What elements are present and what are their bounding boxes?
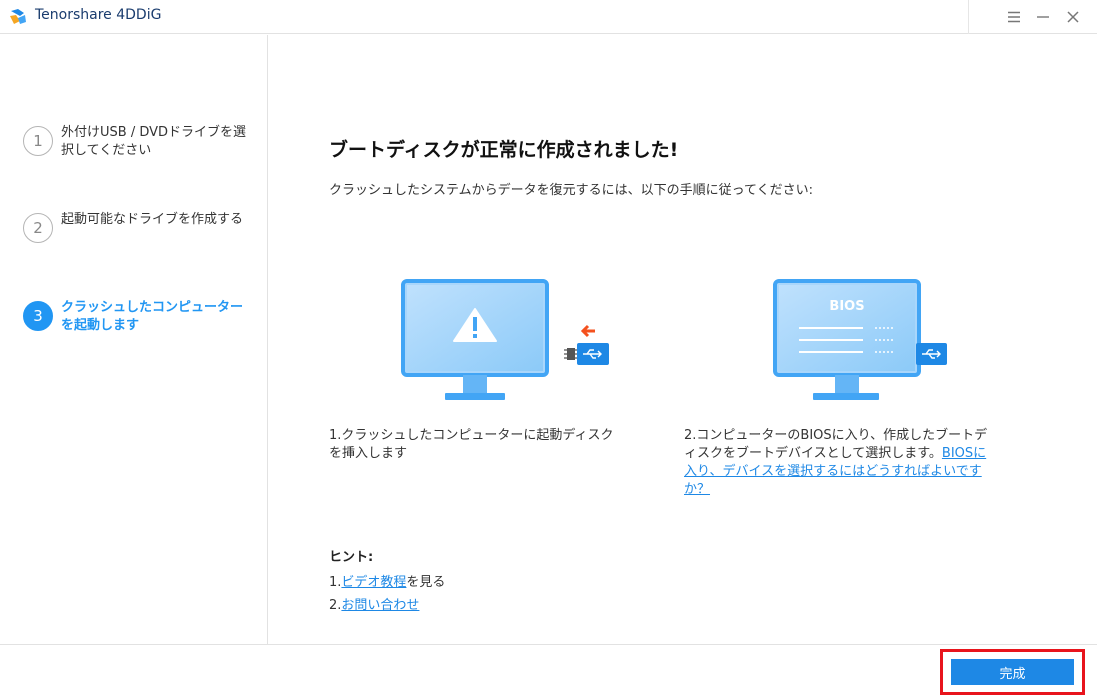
page-title: ブートディスクが正常に作成されました! — [329, 139, 679, 161]
close-icon[interactable] — [1061, 5, 1085, 29]
step-number: 1 — [23, 126, 53, 156]
step-create-drive: 2 起動可能なドライブを作成する — [23, 211, 253, 243]
contact-us-link[interactable]: お問い合わせ — [341, 598, 419, 613]
step-label-active: クラッシュしたコンピューターを起動します — [61, 300, 244, 333]
app-title: Tenorshare 4DDiG — [35, 7, 162, 23]
step-number: 2 — [23, 213, 53, 243]
step-label: 起動可能なドライブを作成する — [61, 212, 244, 227]
step-boot-computer: 3 クラッシュしたコンピューターを起動します — [23, 299, 253, 335]
hint-item-contact: 2.お問い合わせ — [329, 594, 419, 613]
instruction-1-text: 1.クラッシュしたコンピューターに起動ディスクを挿入します — [329, 428, 614, 461]
main-content: ブートディスクが正常に作成されました! クラッシュしたシステムからデータを復元す… — [269, 35, 1097, 644]
hint-prefix: 1. — [329, 575, 342, 590]
video-tutorial-link[interactable]: ビデオ教程 — [341, 575, 406, 590]
title-bar: Tenorshare 4DDiG — [0, 0, 1097, 34]
hint-item-video: 1.ビデオ教程を見る — [329, 571, 445, 590]
titlebar-divider — [968, 0, 969, 34]
app-logo-icon — [10, 9, 26, 24]
done-button-highlight: 完成 — [940, 649, 1085, 695]
monitor-bios-usb-icon: BIOS — [773, 279, 947, 400]
hamburger-menu-icon[interactable] — [1002, 5, 1026, 29]
step-number-active: 3 — [23, 301, 53, 331]
hint-suffix: を見る — [406, 575, 446, 590]
steps-sidebar: 1 外付けUSB / DVDドライブを選択してください 2 起動可能なドライブを… — [0, 35, 268, 644]
footer-bar: 完成 — [0, 644, 1097, 696]
done-button[interactable]: 完成 — [951, 659, 1074, 685]
bios-label: BIOS — [829, 299, 864, 314]
instructions-subtitle: クラッシュしたシステムからデータを復元するには、以下の手順に従ってください: — [329, 183, 813, 198]
hints-title: ヒント: — [329, 550, 374, 565]
step-label: 外付けUSB / DVDドライブを選択してください — [61, 125, 247, 158]
minimize-icon[interactable] — [1031, 5, 1055, 29]
instruction-2-text: 2.コンピューターのBIOSに入り、作成したブートディスクをブートデバイスとして… — [684, 427, 989, 499]
step-select-drive: 1 外付けUSB / DVDドライブを選択してください — [23, 124, 253, 160]
monitor-warning-usb-icon — [401, 279, 609, 400]
hint-prefix: 2. — [329, 598, 342, 613]
